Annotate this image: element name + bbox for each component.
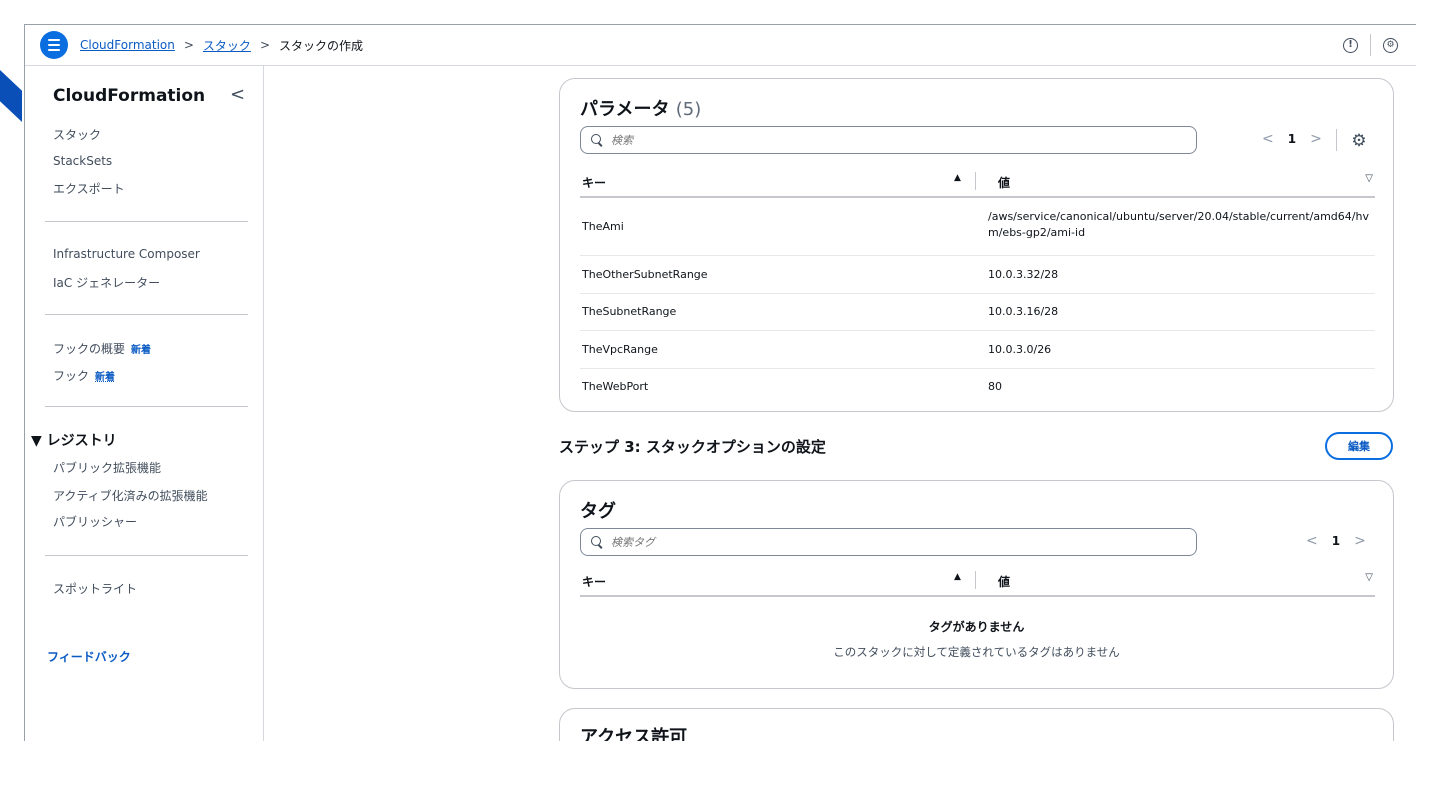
permissions-title: アクセス許可 — [580, 727, 688, 741]
param-key: TheVpcRange — [582, 343, 658, 356]
column-header-value[interactable]: 値 — [998, 174, 1010, 191]
sidebar-item-iac-generator[interactable]: IaC ジェネレーター — [53, 274, 160, 291]
parameters-count: (5) — [675, 99, 702, 120]
top-divider — [1370, 34, 1371, 56]
param-value: 80 — [988, 380, 1002, 393]
feedback-link[interactable]: フィードバック — [47, 648, 131, 665]
top-navigation-bar: CloudFormation > スタック > スタックの作成 ! ⚙ — [25, 25, 1416, 66]
sidebar-section-registry[interactable]: ▼ レジストリ — [31, 430, 117, 450]
sidebar-item-hooks-overview[interactable]: フックの概要 新着 — [53, 340, 151, 357]
table-row: TheSubnetRange 10.0.3.16/28 — [580, 294, 1375, 331]
parameters-search-input[interactable] — [611, 133, 1171, 147]
table-row: TheAmi /aws/service/canonical/ubuntu/ser… — [580, 200, 1375, 256]
breadcrumb: CloudFormation > スタック > スタックの作成 — [80, 37, 363, 54]
column-resizer[interactable] — [975, 172, 976, 190]
param-value: 10.0.3.32/28 — [988, 268, 1059, 281]
breadcrumb-stacks[interactable]: スタック — [203, 37, 251, 54]
parameters-title-text: パラメータ — [580, 99, 670, 120]
preferences-gear-icon[interactable]: ⚙ — [1348, 130, 1370, 152]
new-badge[interactable]: 新着 — [95, 372, 115, 383]
menu-icon[interactable] — [40, 31, 68, 59]
column-header-key[interactable]: キー — [582, 573, 606, 590]
page-number[interactable]: 1 — [1288, 132, 1296, 146]
sort-icon[interactable]: ▽ — [1365, 173, 1373, 184]
tags-pagination: < 1 > — [1306, 533, 1366, 549]
corner-accent-decoration — [0, 70, 22, 122]
permissions-card: アクセス許可 — [559, 708, 1394, 741]
param-key: TheAmi — [582, 220, 624, 233]
sidebar-divider — [45, 406, 248, 407]
param-key: TheSubnetRange — [582, 305, 677, 318]
pagination-divider — [1336, 129, 1337, 151]
column-resizer[interactable] — [975, 571, 976, 589]
empty-state-title: タグがありません — [928, 620, 1025, 634]
param-value: 10.0.3.0/26 — [988, 343, 1052, 356]
param-value: /aws/service/canonical/ubuntu/server/20.… — [988, 210, 1369, 239]
side-navigation: CloudFormation < スタック StackSets エクスポート I… — [25, 66, 264, 741]
sidebar-item-hooks[interactable]: フック 新着 — [53, 367, 115, 384]
sidebar-item-activated-extensions[interactable]: アクティブ化済みの拡張機能 — [53, 487, 208, 504]
sort-ascending-icon[interactable]: ▲ — [954, 173, 961, 183]
empty-state-description: このスタックに対して定義されているタグはありません — [833, 645, 1120, 659]
breadcrumb-separator: > — [259, 38, 270, 52]
parameters-card: パラメータ (5) < 1 > ⚙ キー ▲ 値 ▽ TheAmi /aws/s… — [559, 78, 1394, 412]
sidebar-item-publisher[interactable]: パブリッシャー — [53, 513, 137, 530]
new-badge: 新着 — [131, 345, 152, 356]
table-row: TheWebPort 80 — [580, 369, 1375, 407]
tags-card: タグ < 1 > キー ▲ 値 ▽ タグがありません このスタックに対して定義さ… — [559, 480, 1394, 689]
page-number[interactable]: 1 — [1332, 534, 1340, 548]
collapse-sidebar-icon[interactable]: < — [230, 84, 245, 105]
search-icon — [591, 134, 603, 146]
breadcrumb-separator: > — [183, 38, 194, 52]
sidebar-item-infrastructure-composer[interactable]: Infrastructure Composer — [53, 247, 200, 261]
previous-page-icon[interactable]: < — [1306, 533, 1318, 549]
tags-table-header: キー ▲ 値 ▽ — [580, 567, 1375, 597]
sidebar-divider — [45, 314, 248, 315]
tags-title: タグ — [580, 501, 616, 522]
sidebar-title[interactable]: CloudFormation — [53, 86, 205, 106]
sort-icon[interactable]: ▽ — [1365, 572, 1373, 583]
step3-heading: ステップ 3: スタックオプションの設定 — [559, 438, 826, 456]
breadcrumb-current: スタックの作成 — [279, 38, 364, 53]
parameters-search[interactable] — [580, 126, 1197, 154]
param-key: TheOtherSubnetRange — [582, 268, 708, 281]
previous-page-icon[interactable]: < — [1262, 131, 1274, 147]
sidebar-item-label: フック — [53, 369, 90, 383]
sidebar-divider — [45, 555, 248, 556]
table-row: TheVpcRange 10.0.3.0/26 — [580, 331, 1375, 369]
sidebar-item-stacks[interactable]: スタック — [53, 126, 101, 143]
sort-ascending-icon[interactable]: ▲ — [954, 572, 961, 582]
edit-button[interactable]: 編集 — [1325, 432, 1393, 460]
tags-search-input[interactable] — [611, 535, 1171, 549]
sidebar-divider — [45, 221, 248, 222]
parameters-title: パラメータ (5) — [580, 95, 701, 121]
sidebar-item-exports[interactable]: エクスポート — [53, 180, 125, 197]
main-content: パラメータ (5) < 1 > ⚙ キー ▲ 値 ▽ TheAmi /aws/s… — [265, 66, 1416, 741]
parameters-pagination: < 1 > — [1262, 131, 1322, 147]
parameters-table-header: キー ▲ 値 ▽ — [580, 168, 1375, 198]
sidebar-item-stacksets[interactable]: StackSets — [53, 154, 112, 168]
sidebar-item-spotlight[interactable]: スポットライト — [53, 580, 137, 597]
column-header-key[interactable]: キー — [582, 174, 606, 191]
top-right-tools: ! ⚙ — [1343, 25, 1398, 65]
sidebar-item-public-extensions[interactable]: パブリック拡張機能 — [53, 459, 161, 476]
sidebar-item-label: フックの概要 — [53, 342, 126, 356]
settings-icon[interactable]: ⚙ — [1383, 37, 1398, 53]
next-page-icon[interactable]: > — [1310, 131, 1322, 147]
param-key: TheWebPort — [582, 380, 649, 393]
breadcrumb-cloudformation[interactable]: CloudFormation — [80, 38, 175, 52]
search-icon — [591, 536, 603, 548]
param-value: 10.0.3.16/28 — [988, 305, 1059, 318]
column-header-value[interactable]: 値 — [998, 573, 1010, 590]
table-row: TheOtherSubnetRange 10.0.3.32/28 — [580, 256, 1375, 294]
tags-search[interactable] — [580, 528, 1197, 556]
info-icon[interactable]: ! — [1343, 37, 1358, 53]
next-page-icon[interactable]: > — [1354, 533, 1366, 549]
